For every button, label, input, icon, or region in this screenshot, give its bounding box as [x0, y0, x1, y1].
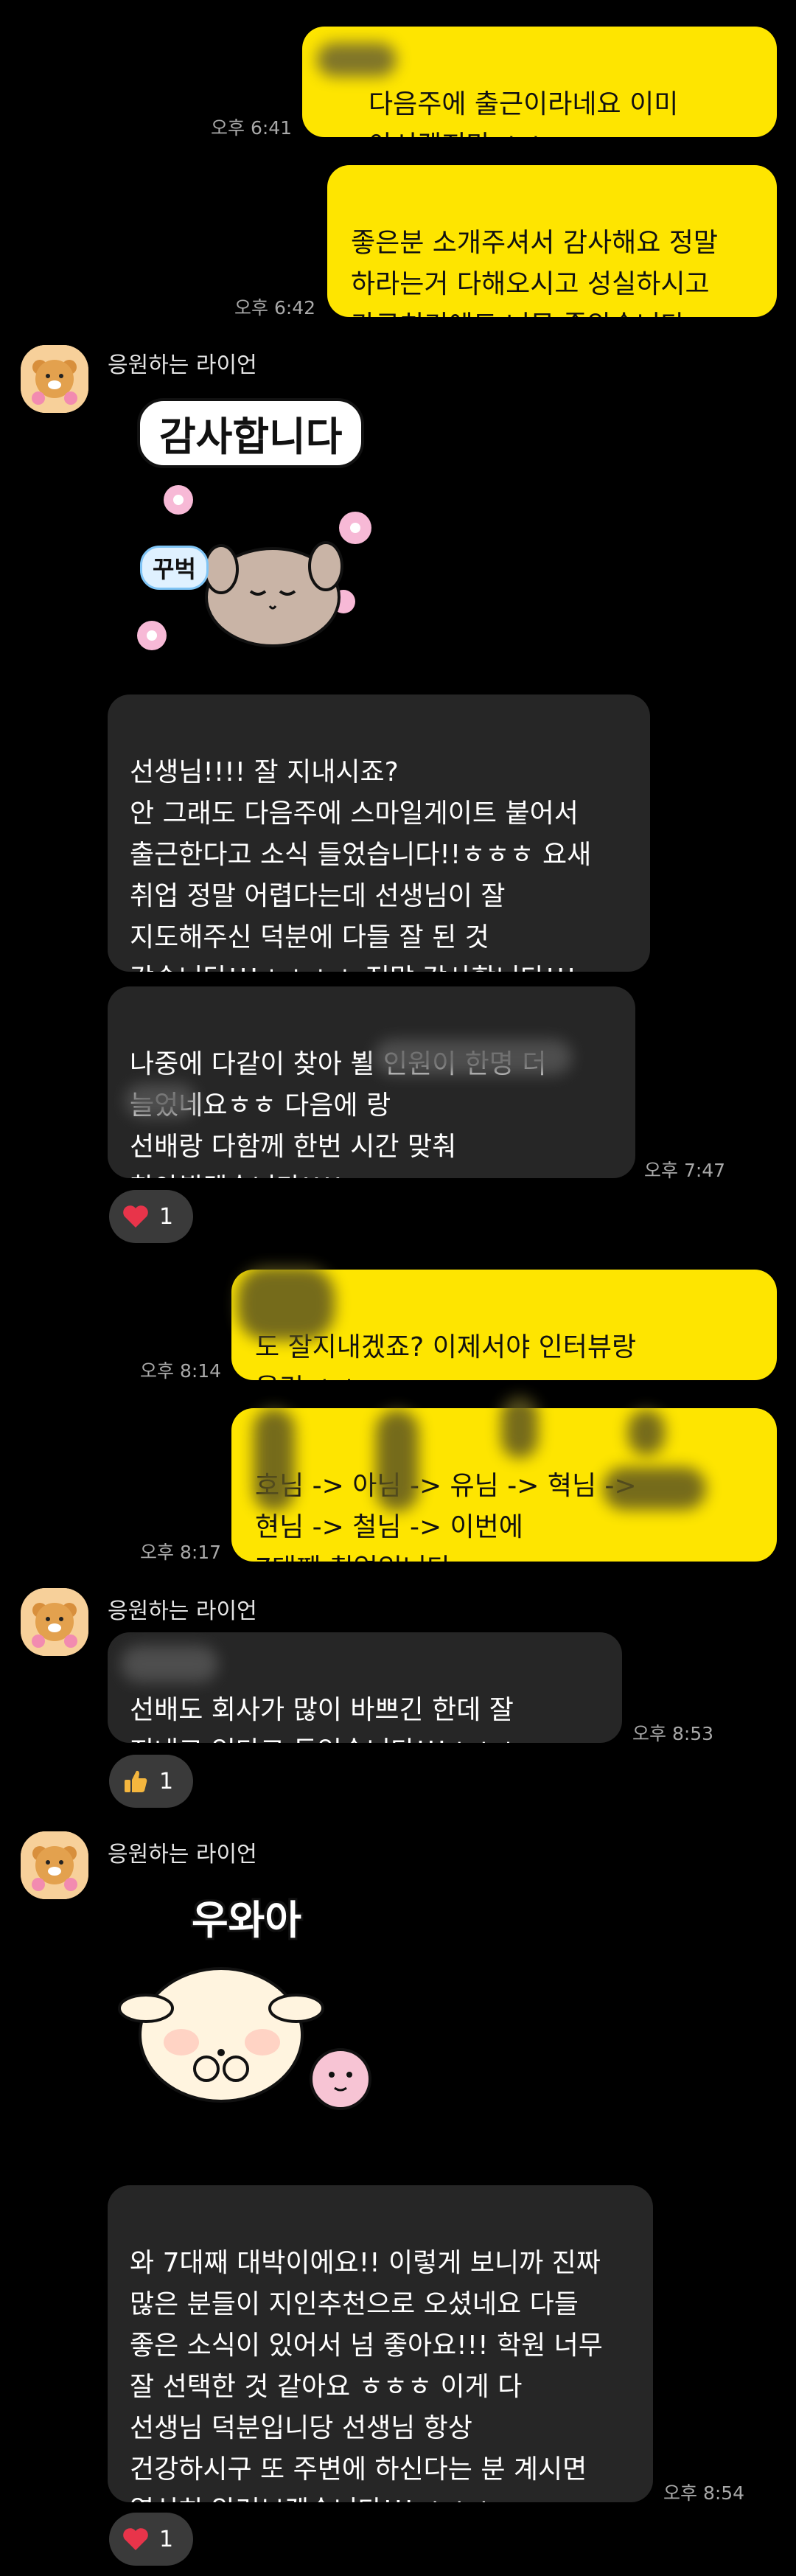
- redacted-name: [501, 1396, 538, 1458]
- sender-name: 응원하는 라이언: [108, 352, 257, 378]
- sticker-caption: 감사합니다: [137, 398, 365, 468]
- their-message-8[interactable]: 와 7대째 대박이에요!! 이렇게 보니까 진짜 많은 분들이 지인추천으로 오…: [108, 2185, 653, 2502]
- sender-name: 응원하는 라이언: [108, 1598, 257, 1624]
- redacted-name: [317, 43, 397, 77]
- my-message-2[interactable]: 좋은분 소개주셔서 감사해요 정말 하라는거 다해오시고 성실하시고 가르치기에…: [327, 165, 777, 317]
- ryan-avatar-icon: [21, 345, 88, 413]
- redacted-name: [376, 1410, 419, 1511]
- reaction-heart[interactable]: 1: [109, 1190, 193, 1243]
- ryan-avatar-icon[interactable]: [21, 1831, 88, 1899]
- ryan-avatar-icon: [21, 1831, 88, 1899]
- ryan-avatar-icon: [21, 1588, 88, 1656]
- message-text: 좋은분 소개주셔서 감사해요 정말 하라는거 다해오시고 성실하시고 가르치기에…: [351, 228, 719, 317]
- message-time: 오후 8:53: [632, 1723, 714, 1744]
- redacted-name: [237, 1267, 335, 1340]
- redacted-name: [628, 1410, 665, 1455]
- sticker-thanks[interactable]: 감사합니다 꾸벅: [125, 398, 391, 664]
- redacted-name: [254, 1408, 295, 1511]
- message-text: 선배도 회사가 많이 바쁘긴 한데 잘 지내고 있다고 들었습니다!!!ㅎㅎㅎ: [130, 1695, 520, 1743]
- redacted-name: [125, 1084, 196, 1118]
- message-time: 오후 8:54: [663, 2482, 745, 2504]
- ryan-avatar-icon[interactable]: [21, 345, 88, 413]
- message-text: 다음주에 출근이라네요 이미 아시겠지만 ㅎㅎ: [369, 89, 679, 137]
- their-message-4[interactable]: 나중에 다같이 찾아 뵐 인원이 한명 더 늘었네요ㅎㅎ 다음에 랑 선배랑 다…: [108, 986, 635, 1178]
- sender-name: 응원하는 라이언: [108, 1842, 257, 1867]
- message-time: 오후 6:41: [211, 117, 293, 139]
- sticker-wow[interactable]: 우와아: [111, 1887, 391, 2138]
- thumbs-up-icon: [125, 1770, 147, 1792]
- redacted-name: [603, 1467, 706, 1510]
- message-text: 선생님!!!! 잘 지내시죠? 안 그래도 다음주에 스마일게이트 붙어서 출근…: [130, 757, 592, 972]
- message-text: 호님 -> 아님 -> 유님 -> 혁님 -> 현님 -> 철님 -> 이번에 …: [255, 1471, 637, 1562]
- redacted-name: [121, 1646, 218, 1682]
- message-time: 오후 8:17: [140, 1542, 222, 1563]
- message-text: 와 7대째 대박이에요!! 이렇게 보니까 진짜 많은 분들이 지인추천으로 오…: [130, 2248, 603, 2502]
- reaction-thumbs-up[interactable]: 1: [109, 1755, 193, 1808]
- their-message-3[interactable]: 선생님!!!! 잘 지내시죠? 안 그래도 다음주에 스마일게이트 붙어서 출근…: [108, 695, 650, 972]
- message-time: 오후 7:47: [644, 1160, 726, 1181]
- ryan-avatar-icon[interactable]: [21, 1588, 88, 1656]
- sticker-tag: 꾸벅: [140, 546, 209, 590]
- reaction-count: 1: [159, 2526, 174, 2552]
- sticker-caption: 우와아: [192, 1897, 302, 1943]
- heart-icon: [123, 2528, 148, 2550]
- reaction-count: 1: [159, 1203, 174, 1230]
- message-time: 오후 8:14: [140, 1360, 222, 1382]
- redacted-name: [374, 1040, 572, 1075]
- reaction-heart[interactable]: 1: [109, 2513, 193, 2566]
- reaction-count: 1: [159, 1768, 174, 1795]
- message-time: 오후 6:42: [234, 297, 316, 318]
- heart-icon: [123, 1205, 148, 1228]
